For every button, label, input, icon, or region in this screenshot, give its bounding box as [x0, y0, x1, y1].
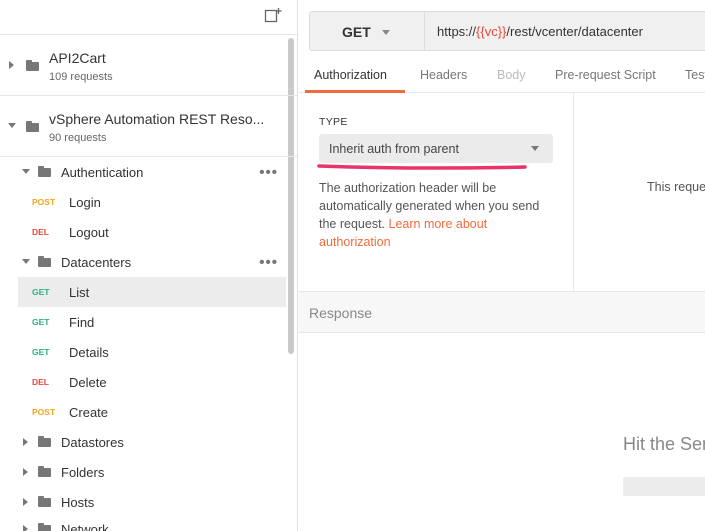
- more-options-icon[interactable]: •••: [259, 164, 278, 181]
- request-name: Delete: [69, 375, 107, 390]
- collection-count: 90 requests: [49, 132, 107, 144]
- chevron-down-icon: [382, 30, 390, 35]
- folder-name: Folders: [61, 465, 105, 480]
- request-name: Login: [69, 195, 101, 210]
- folder-icon: [38, 436, 51, 447]
- method-badge: GET: [32, 317, 50, 327]
- request-name: List: [69, 285, 90, 300]
- sidebar-scrollbar[interactable]: [288, 38, 294, 354]
- method-badge: DEL: [32, 227, 49, 237]
- response-title: Response: [309, 305, 373, 321]
- folder-datastores[interactable]: Datastores: [18, 427, 286, 457]
- request-name: Logout: [69, 225, 109, 240]
- auth-type-value: Inherit auth from parent: [329, 142, 459, 156]
- folder-name: Hosts: [61, 495, 95, 510]
- request-delete[interactable]: DEL Delete: [18, 367, 286, 397]
- folder-datacenters[interactable]: Datacenters •••: [18, 247, 286, 277]
- collection-api2cart[interactable]: API2Cart 109 requests: [0, 35, 288, 95]
- folder-icon: [38, 166, 51, 177]
- tab-authorization[interactable]: Authorization: [314, 68, 387, 82]
- folder-authentication[interactable]: Authentication •••: [18, 157, 286, 187]
- chevron-down-icon: [531, 146, 539, 151]
- tab-body[interactable]: Body: [497, 68, 526, 82]
- send-hint: Hit the Send: [623, 434, 705, 454]
- auth-type-select[interactable]: Inherit auth from parent: [319, 134, 553, 163]
- auth-description: The authorization header will be automat…: [319, 179, 559, 251]
- caret-down-icon[interactable]: [22, 259, 30, 264]
- caret-right-icon[interactable]: [23, 498, 28, 506]
- tab-pre-request-script[interactable]: Pre-request Script: [555, 68, 656, 82]
- method-badge: GET: [32, 347, 50, 357]
- url-variable: {{vc}}: [476, 24, 507, 39]
- request-tabs: Authorization Headers Body Pre-request S…: [299, 60, 705, 93]
- tab-tests[interactable]: Tests: [685, 68, 705, 82]
- collection-name: vSphere Automation REST Reso...: [49, 111, 265, 127]
- folder-icon: [38, 523, 51, 531]
- auth-info-message: This request: [647, 180, 705, 194]
- request-list[interactable]: GET List: [18, 277, 286, 307]
- request-editor: GET https://{{vc}}/rest/vcenter/datacent…: [299, 0, 705, 531]
- request-logout[interactable]: DEL Logout: [18, 217, 286, 247]
- folder-icon: [38, 256, 51, 267]
- type-label: TYPE: [319, 116, 348, 128]
- folder-name: Datastores: [61, 435, 124, 450]
- sidebar: API2Cart 109 requests vSphere Automation…: [0, 0, 298, 531]
- url-input[interactable]: https://{{vc}}/rest/vcenter/datacenter: [425, 11, 705, 51]
- folder-name: Datacenters: [61, 255, 132, 270]
- collection-vsphere[interactable]: vSphere Automation REST Reso... 90 reque…: [0, 96, 288, 156]
- folder-icon: [26, 121, 39, 132]
- url-path: /rest/vcenter/datacenter: [506, 24, 643, 39]
- sidebar-toolbar: [0, 0, 297, 34]
- folder-icon: [38, 466, 51, 477]
- caret-right-icon[interactable]: [23, 468, 28, 476]
- url-prefix: https://: [437, 24, 477, 39]
- request-name: Details: [69, 345, 109, 360]
- folder-hosts[interactable]: Hosts: [18, 487, 286, 517]
- collection-name: API2Cart: [49, 50, 106, 66]
- request-name: Create: [69, 405, 109, 420]
- method-value: GET: [342, 24, 371, 40]
- folder-icon: [26, 60, 39, 71]
- folder-folders[interactable]: Folders: [18, 457, 286, 487]
- new-collection-icon[interactable]: [264, 7, 282, 25]
- caret-down-icon[interactable]: [22, 169, 30, 174]
- method-badge: POST: [32, 407, 56, 417]
- highlight-underline: [317, 164, 527, 170]
- response-header: Response: [299, 291, 705, 333]
- authorization-panel: TYPE Inherit auth from parent The author…: [299, 93, 574, 291]
- auth-info-panel: This request: [575, 93, 705, 291]
- request-details[interactable]: GET Details: [18, 337, 286, 367]
- method-badge: GET: [32, 287, 50, 297]
- folder-network[interactable]: Network: [18, 514, 286, 531]
- method-badge: POST: [32, 197, 56, 207]
- method-badge: DEL: [32, 377, 49, 387]
- method-select[interactable]: GET: [309, 11, 425, 51]
- collection-count: 109 requests: [49, 71, 113, 83]
- tab-headers[interactable]: Headers: [420, 68, 467, 82]
- folder-name: Network: [61, 522, 109, 531]
- caret-right-icon[interactable]: [9, 61, 14, 69]
- more-options-icon[interactable]: •••: [259, 254, 278, 271]
- url-bar: GET https://{{vc}}/rest/vcenter/datacent…: [309, 11, 705, 51]
- caret-right-icon[interactable]: [23, 525, 28, 531]
- request-login[interactable]: POST Login: [18, 187, 286, 217]
- response-placeholder: [623, 477, 705, 496]
- caret-down-icon[interactable]: [8, 123, 16, 128]
- caret-right-icon[interactable]: [23, 438, 28, 446]
- request-find[interactable]: GET Find: [18, 307, 286, 337]
- folder-name: Authentication: [61, 165, 144, 180]
- request-name: Find: [69, 315, 95, 330]
- folder-icon: [38, 496, 51, 507]
- request-create[interactable]: POST Create: [18, 397, 286, 427]
